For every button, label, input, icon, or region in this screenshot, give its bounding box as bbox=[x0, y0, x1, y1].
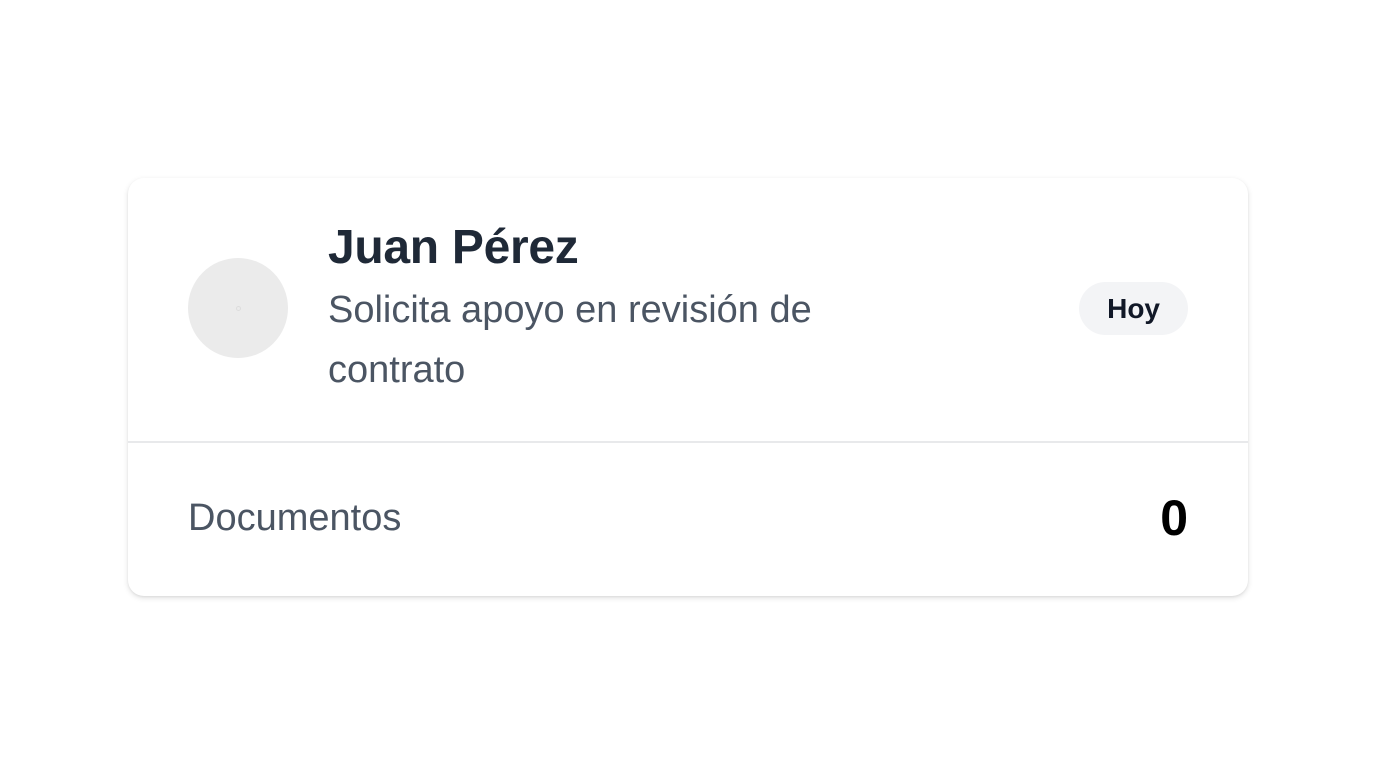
documents-label: Documentos bbox=[188, 497, 402, 539]
requester-name: Juan Pérez bbox=[328, 221, 579, 274]
request-info: Juan Pérez Solicita apoyo en revisión de… bbox=[328, 218, 948, 400]
card-footer: Documentos 0 bbox=[128, 443, 1248, 594]
date-badge: Hoy bbox=[1079, 282, 1188, 335]
request-card[interactable]: Juan Pérez Solicita apoyo en revisión de… bbox=[128, 178, 1248, 596]
avatar bbox=[188, 258, 288, 358]
avatar-placeholder-icon bbox=[235, 305, 241, 311]
request-message: Solicita apoyo en revisión de contrato bbox=[328, 289, 812, 391]
card-header: Juan Pérez Solicita apoyo en revisión de… bbox=[128, 178, 1248, 443]
documents-count: 0 bbox=[1160, 490, 1188, 546]
